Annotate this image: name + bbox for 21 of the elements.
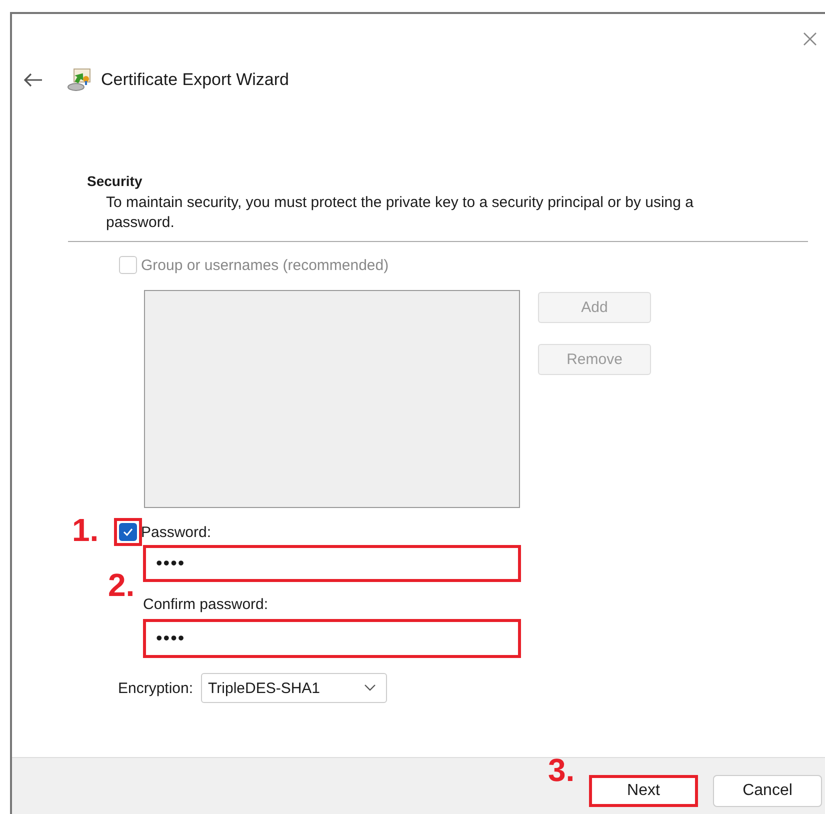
close-icon <box>802 31 818 47</box>
field-label: Password: <box>141 524 212 540</box>
dialog-button[interactable]: Next <box>589 775 698 807</box>
check-icon <box>122 526 134 538</box>
field-label: Encryption: <box>118 680 194 696</box>
field-label: Confirm password: <box>143 596 270 614</box>
step-number: 1. <box>72 512 99 548</box>
checkbox[interactable] <box>119 523 137 541</box>
checkbox-label: Group or usernames (recommended) <box>141 256 389 274</box>
chevron-down-icon <box>364 684 376 692</box>
step-number: 3. <box>548 752 575 788</box>
back-arrow-icon[interactable] <box>23 72 43 88</box>
step-number: 2. <box>108 567 135 603</box>
encryption-dropdown[interactable]: TripleDES-SHA1 <box>201 673 388 703</box>
section-heading: Security <box>87 173 144 189</box>
section-description: To maintain security, you must protect the private key to a security principal or by using a password. <box>106 193 694 233</box>
dialog-button[interactable]: Cancel <box>713 775 822 807</box>
password-field[interactable]: •••• <box>143 619 521 658</box>
window-title: Certificate Export Wizard <box>101 70 289 90</box>
password-field[interactable]: •••• <box>143 545 521 582</box>
certificate-icon <box>66 68 92 92</box>
